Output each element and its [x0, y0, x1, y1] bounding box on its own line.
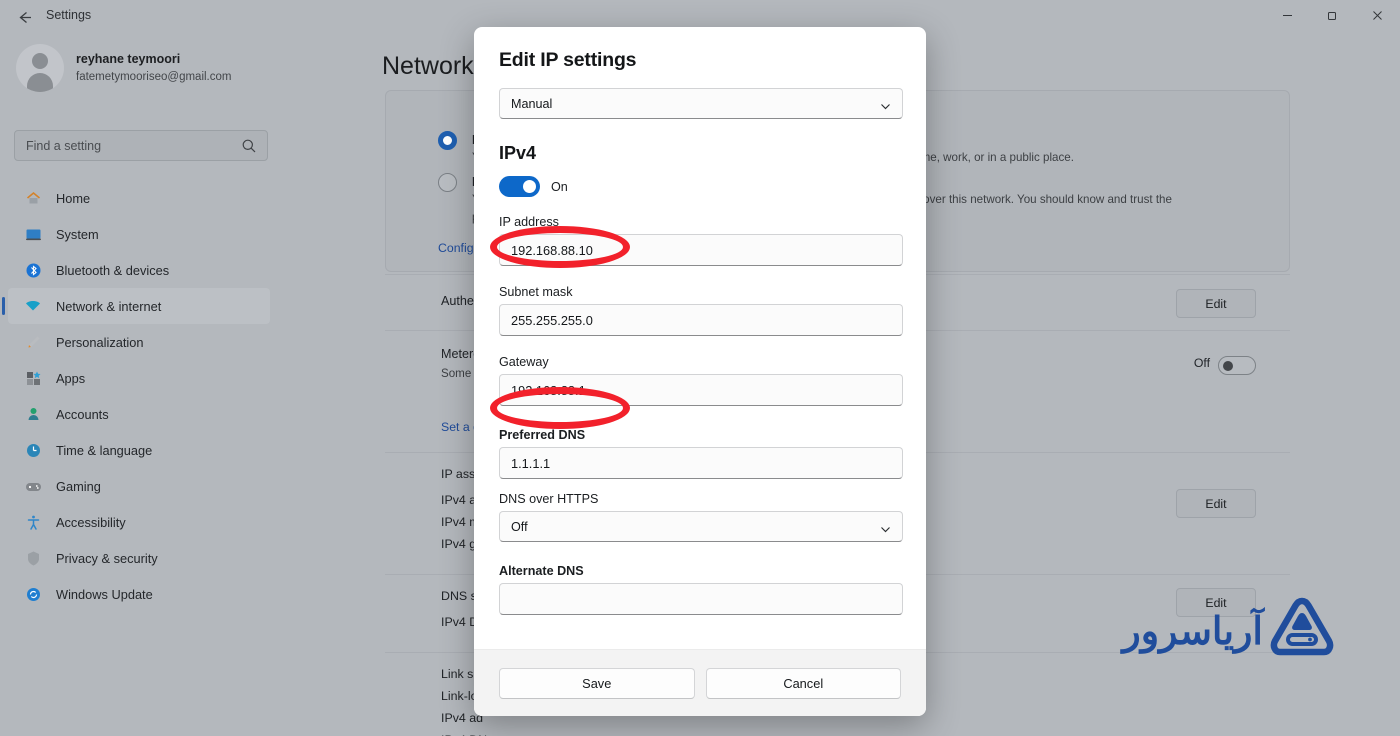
ipv4-toggle-state: On: [551, 179, 568, 194]
sidebar-item-label: Accessibility: [56, 514, 126, 530]
watermark-text: آریاسرور: [1122, 610, 1264, 653]
sidebar-item-label: Network & internet: [56, 298, 162, 314]
chevron-down-icon: [880, 522, 891, 533]
preferred-dns-value: 1.1.1.1: [511, 455, 551, 471]
preferred-dns-label: Preferred DNS: [499, 428, 586, 442]
dns-over-https-value: Off: [511, 519, 528, 534]
sidebar-item-personalization[interactable]: Personalization: [8, 324, 270, 360]
avatar: [16, 44, 64, 92]
dns-over-https-label: DNS over HTTPS: [499, 492, 599, 506]
sidebar: reyhane teymoori fatemetymooriseo@gmail.…: [0, 34, 282, 736]
close-button[interactable]: [1355, 0, 1400, 31]
sidebar-item-label: Home: [56, 190, 91, 206]
ipv4-section-heading: IPv4: [499, 143, 537, 163]
sidebar-item-label: Accounts: [56, 406, 109, 422]
bluetooth-icon: [20, 262, 46, 279]
sidebar-item-accounts[interactable]: Accounts: [8, 396, 270, 432]
authentication-label: Auther: [441, 294, 479, 308]
update-icon: [20, 586, 46, 603]
sidebar-item-gaming[interactable]: Gaming: [8, 468, 270, 504]
sidebar-item-label: System: [56, 226, 99, 242]
sidebar-item-network-internet[interactable]: Network & internet: [2, 288, 270, 324]
shield-icon: [20, 550, 46, 567]
page-title: Network: [382, 52, 474, 80]
minimize-button[interactable]: [1265, 0, 1310, 31]
wifi-icon: [20, 297, 46, 315]
sidebar-item-label: Apps: [56, 370, 86, 386]
home-icon: [20, 190, 46, 207]
gateway-input[interactable]: 192.168.88.1: [499, 374, 903, 406]
maximize-button[interactable]: [1310, 0, 1355, 31]
sidebar-item-label: Personalization: [56, 334, 144, 350]
edit-authentication-button[interactable]: Edit: [1176, 289, 1256, 318]
sidebar-item-apps[interactable]: Apps: [8, 360, 270, 396]
gateway-value: 192.168.88.1: [511, 382, 586, 398]
sidebar-item-privacy-security[interactable]: Privacy & security: [8, 540, 270, 576]
configure-link[interactable]: Config: [438, 241, 474, 255]
accessibility-icon: [20, 514, 46, 531]
clock-icon: [20, 442, 46, 459]
account-icon: [20, 406, 46, 423]
alternate-dns-input[interactable]: [499, 583, 903, 615]
metered-toggle[interactable]: [1218, 356, 1256, 375]
system-icon: [20, 226, 46, 243]
edit-ip-assignment-button[interactable]: Edit: [1176, 489, 1256, 518]
ipv4-toggle-row: On: [499, 176, 901, 197]
cancel-button[interactable]: Cancel: [705, 667, 901, 699]
ipv4-toggle[interactable]: [499, 176, 540, 197]
watermark: آریاسرور: [1070, 595, 1335, 667]
metered-toggle-label: Off: [1193, 356, 1210, 370]
sidebar-item-home[interactable]: Home: [8, 180, 270, 216]
sidebar-item-time-language[interactable]: Time & language: [8, 432, 270, 468]
ip-assignment-mode-value: Manual: [511, 96, 553, 111]
search-placeholder: Find a setting: [26, 138, 102, 153]
sidebar-item-label: Bluetooth & devices: [56, 262, 170, 278]
sidebar-item-windows-update[interactable]: Windows Update: [8, 576, 270, 612]
gateway-label: Gateway: [499, 355, 549, 369]
ip-assignment-mode-dropdown[interactable]: Manual: [499, 88, 903, 119]
subnet-mask-label: Subnet mask: [499, 285, 573, 299]
window-title: Settings: [46, 8, 92, 22]
sidebar-item-label: Time & language: [56, 442, 153, 458]
ip-address-value: 192.168.88.10: [511, 242, 593, 258]
ip-address-label: IP address: [499, 215, 559, 229]
radio-public[interactable]: [438, 131, 457, 150]
search-input[interactable]: Find a setting: [14, 130, 268, 161]
gamepad-icon: [20, 478, 46, 495]
detail-label: Link-lo: [441, 689, 478, 703]
radio-private[interactable]: [438, 173, 457, 192]
alternate-dns-label: Alternate DNS: [499, 564, 584, 578]
dns-over-https-dropdown[interactable]: Off: [499, 511, 903, 542]
sidebar-item-label: Gaming: [56, 478, 101, 494]
apps-icon: [20, 370, 46, 387]
brush-icon: [20, 334, 46, 351]
sidebar-item-label: Windows Update: [56, 586, 153, 602]
selection-indicator: [2, 297, 5, 315]
subnet-mask-value: 255.255.255.0: [511, 312, 593, 328]
server-logo-icon: [1269, 597, 1335, 666]
account-block[interactable]: reyhane teymoori fatemetymooriseo@gmail.…: [16, 44, 231, 92]
back-arrow-icon[interactable]: [8, 4, 40, 30]
account-name: reyhane teymoori: [76, 52, 181, 67]
dialog-title: Edit IP settings: [499, 49, 637, 71]
sidebar-item-bluetooth[interactable]: Bluetooth & devices: [8, 252, 270, 288]
ip-address-input[interactable]: 192.168.88.10: [499, 234, 903, 266]
settings-window: Settings reyhane teymoori fatemetymooris…: [0, 0, 1400, 736]
preferred-dns-input[interactable]: 1.1.1.1: [499, 447, 903, 479]
dialog-scroll-area[interactable]: Edit IP settings Manual IPv4 On IP addre…: [474, 27, 926, 649]
edit-ip-settings-dialog: Edit IP settings Manual IPv4 On IP addre…: [474, 27, 926, 716]
search-icon: [241, 138, 257, 154]
sidebar-item-system[interactable]: System: [8, 216, 270, 252]
sidebar-item-label: Privacy & security: [56, 550, 158, 566]
sidebar-item-accessibility[interactable]: Accessibility: [8, 504, 270, 540]
save-button[interactable]: Save: [499, 667, 695, 699]
subnet-mask-input[interactable]: 255.255.255.0: [499, 304, 903, 336]
dialog-footer: Save Cancel: [474, 649, 926, 716]
chevron-down-icon: [880, 99, 891, 110]
account-email: fatemetymooriseo@gmail.com: [76, 70, 232, 83]
